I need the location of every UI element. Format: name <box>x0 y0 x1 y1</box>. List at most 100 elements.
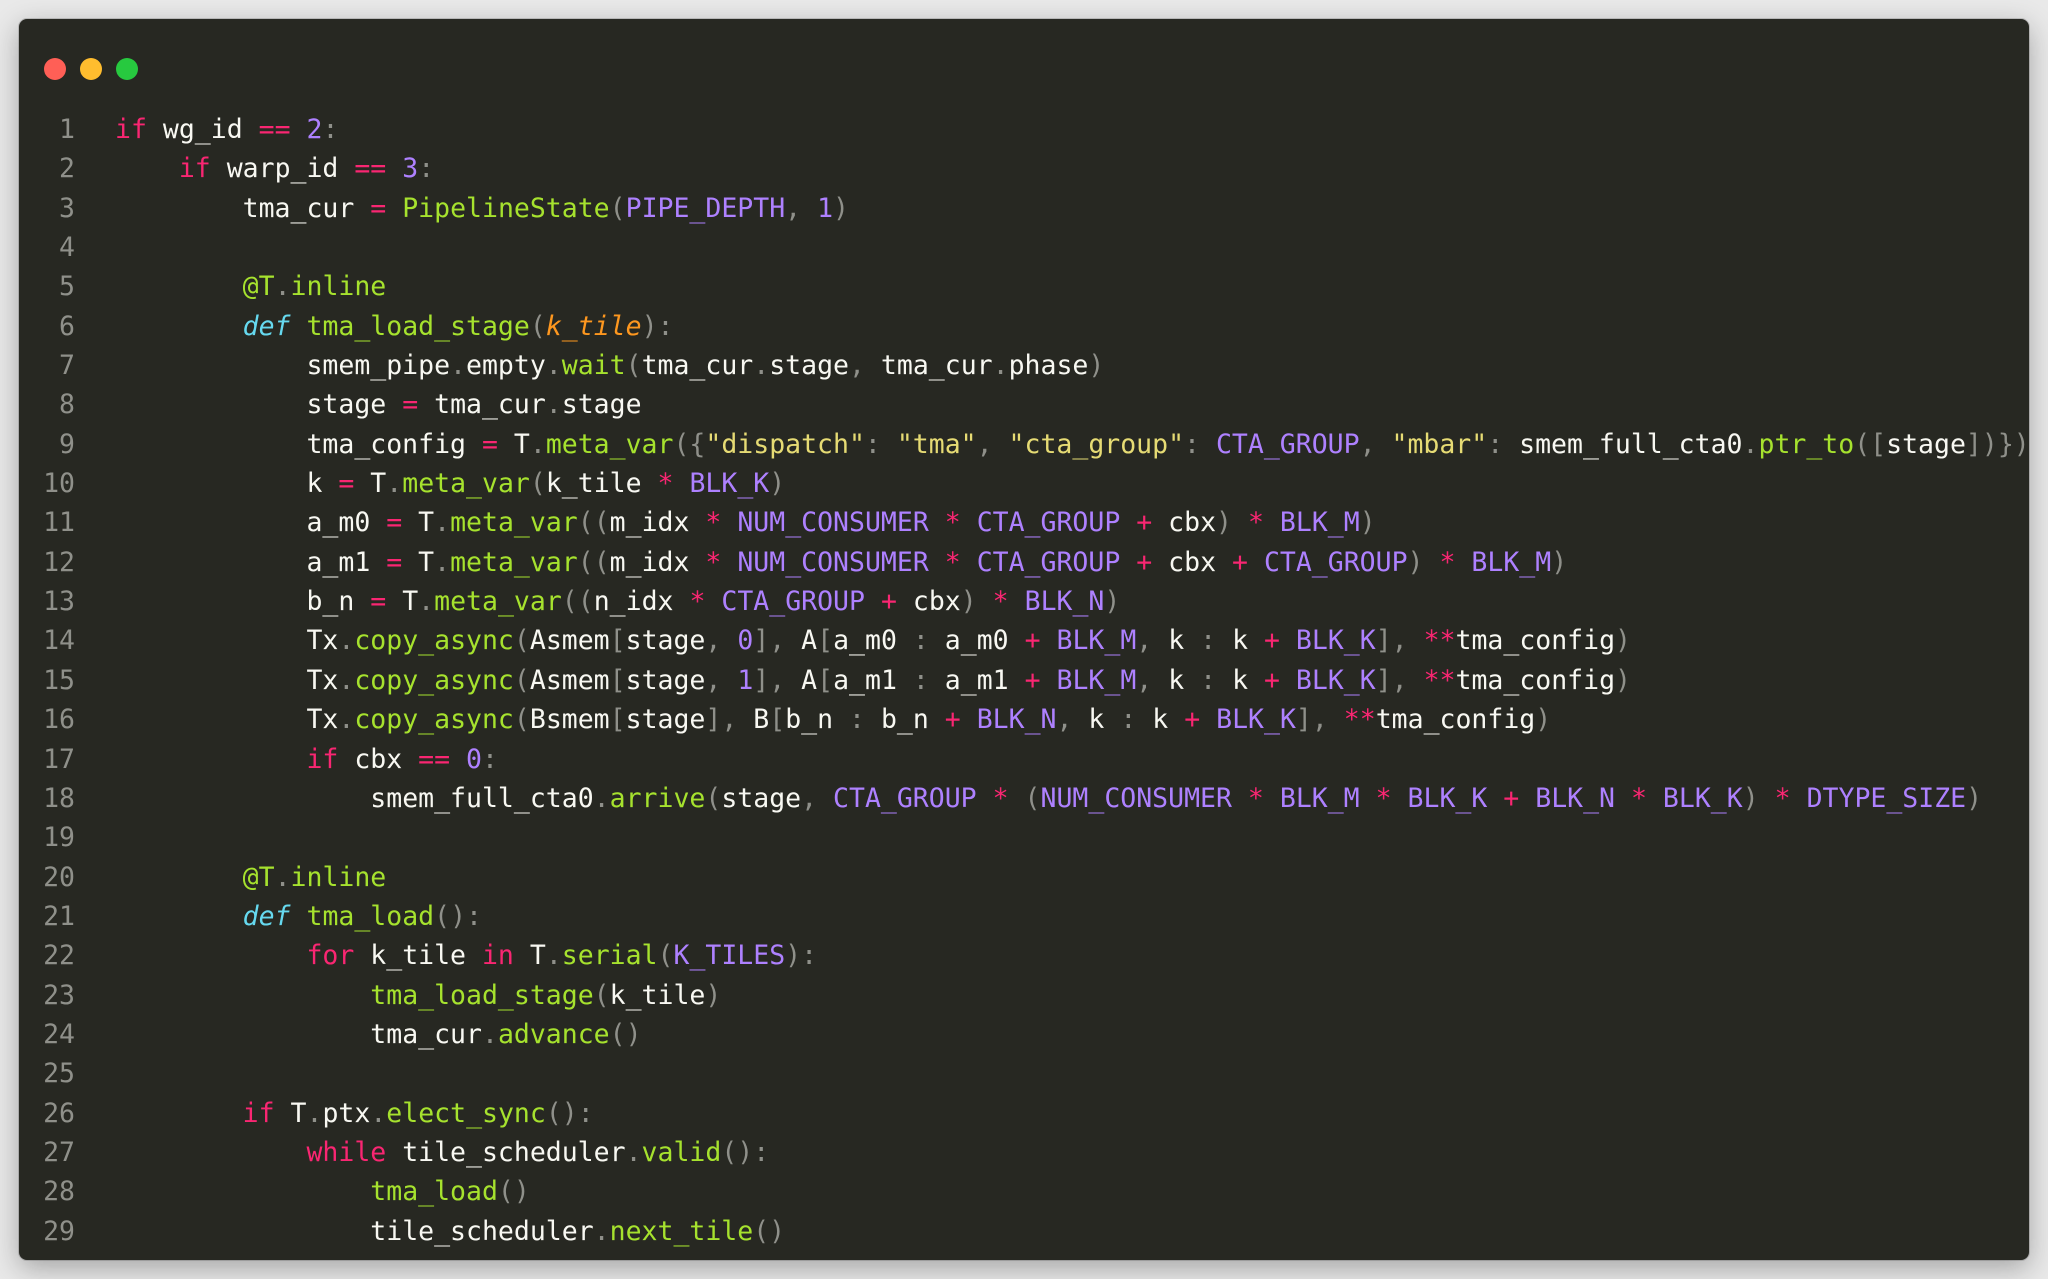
code-token: meta_var <box>402 468 530 500</box>
code-token: * <box>1247 782 1264 814</box>
code-token: * <box>1439 546 1456 578</box>
code-token: , <box>785 192 818 224</box>
code-token: tma_load <box>306 900 435 932</box>
code-text: Tx.copy_async(Bsmem[stage], B[b_n : b_n … <box>75 700 1551 739</box>
code-token: * <box>1247 507 1264 539</box>
code-token: a_m1 <box>306 546 387 578</box>
line-number: 8 <box>59 389 75 421</box>
code-token: . <box>593 1215 610 1247</box>
code-token: b_n <box>785 704 850 736</box>
code-line: 16 Tx.copy_async(Bsmem[stage], B[b_n : b… <box>19 700 2029 739</box>
code-line: 24 tma_cur.advance() <box>19 1015 2029 1054</box>
code-token: Tx <box>306 704 339 736</box>
code-text: @T.inline <box>75 267 387 306</box>
code-token: k <box>1136 704 1185 736</box>
code-token: ) <box>1742 782 1759 814</box>
code-token: phase <box>1008 350 1089 382</box>
maximize-button[interactable] <box>116 58 138 80</box>
code-token: (( <box>577 546 610 578</box>
code-token: : <box>322 114 339 145</box>
code-token: == <box>258 114 291 145</box>
code-token: , <box>801 782 834 814</box>
code-token: stage <box>306 389 403 421</box>
code-token: . <box>370 1097 387 1129</box>
code-editor[interactable]: 1 if wg_id == 2: 2 if warp_id == 3: 3 tma_c… <box>19 110 2029 1251</box>
code-text: def tma_load_stage(k_tile): <box>75 307 674 346</box>
code-token: ) <box>1359 507 1376 539</box>
code-token: CTA_GROUP <box>1263 546 1408 578</box>
code-token: . <box>418 586 435 618</box>
code-token: next_tile <box>609 1215 754 1247</box>
code-line: 13 b_n = T.meta_var((n_idx * CTA_GROUP +… <box>19 582 2029 621</box>
code-text: tma_cur.advance() <box>75 1015 641 1054</box>
code-token: serial <box>561 940 658 972</box>
code-token: [ <box>609 625 626 657</box>
code-token: == <box>418 743 451 775</box>
code-token: = <box>386 546 403 578</box>
line-number: 6 <box>59 310 75 342</box>
code-token: k_tile <box>609 979 706 1011</box>
line-number: 24 <box>43 1018 75 1050</box>
code-token: ) <box>769 468 786 500</box>
code-token: BLK_N <box>1535 782 1616 814</box>
code-token: ) <box>1104 586 1121 618</box>
code-token: * <box>1630 782 1647 814</box>
line-number: 23 <box>43 979 75 1011</box>
code-text: k = T.meta_var(k_tile * BLK_K) <box>75 464 785 503</box>
code-token: tma_config <box>1375 704 1536 736</box>
code-token: tile_scheduler <box>386 1136 626 1168</box>
code-line: 11 a_m0 = T.meta_var((m_idx * NUM_CONSUM… <box>19 503 2029 542</box>
code-token: * <box>944 507 961 539</box>
code-token: : <box>1200 664 1217 696</box>
line-number: 13 <box>43 586 75 618</box>
code-token: . <box>545 389 562 421</box>
code-token: stage <box>1886 428 1966 460</box>
code-text: tma_load_stage(k_tile) <box>75 976 721 1015</box>
code-token: T <box>402 507 435 539</box>
code-token: ( <box>705 782 722 814</box>
code-token: ptr_to <box>1758 428 1855 460</box>
code-token: (( <box>577 507 610 539</box>
code-token: m_idx <box>609 546 706 578</box>
code-token: ) <box>1615 664 1632 696</box>
close-button[interactable] <box>44 58 66 80</box>
code-token: = <box>370 586 387 618</box>
code-text: Tx.copy_async(Asmem[stage, 1], A[a_m1 : … <box>75 661 1631 700</box>
code-text: if T.ptx.elect_sync(): <box>75 1094 594 1133</box>
code-token: 2 <box>306 114 323 145</box>
code-token: for <box>306 940 355 972</box>
code-line: 26 if T.ptx.elect_sync(): <box>19 1094 2029 1133</box>
code-line: 17 if cbx == 0: <box>19 740 2029 779</box>
code-token: BLK_K <box>1407 782 1488 814</box>
code-token: BLK_K <box>1216 704 1296 736</box>
code-token: BLK_K <box>1295 664 1376 696</box>
code-token: , <box>976 428 1009 460</box>
code-token: if <box>242 1097 275 1129</box>
code-token: meta_var <box>545 428 674 460</box>
line-number: 15 <box>43 664 75 696</box>
code-token: meta_var <box>450 546 578 578</box>
code-token: Tx <box>306 664 339 696</box>
minimize-button[interactable] <box>80 58 102 80</box>
code-token: ( <box>529 310 546 342</box>
line-number: 27 <box>43 1136 75 1168</box>
code-token: * <box>992 586 1009 618</box>
code-token: CTA_GROUP <box>976 507 1121 539</box>
